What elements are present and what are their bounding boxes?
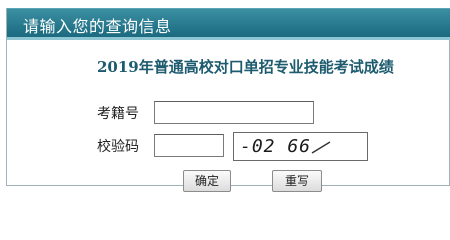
- panel-title: 请输入您的查询信息: [23, 17, 172, 36]
- captcha-label: 校验码: [97, 139, 139, 155]
- submit-button[interactable]: 确定: [183, 170, 231, 192]
- reset-button[interactable]: 重写: [272, 170, 322, 192]
- exam-number-input[interactable]: [154, 101, 314, 124]
- captcha-input[interactable]: [154, 134, 224, 157]
- panel-header: 请输入您的查询信息: [7, 8, 450, 40]
- exam-number-label: 考籍号: [97, 106, 139, 122]
- captcha-image-text: -02 66: [240, 136, 312, 157]
- exam-title: 2019年普通高校对口单招专业技能考试成绩: [97, 58, 394, 76]
- captcha-image[interactable]: -02 66: [233, 132, 368, 161]
- query-panel: 请输入您的查询信息 2019年普通高校对口单招专业技能考试成绩 考籍号 校验码 …: [6, 8, 450, 192]
